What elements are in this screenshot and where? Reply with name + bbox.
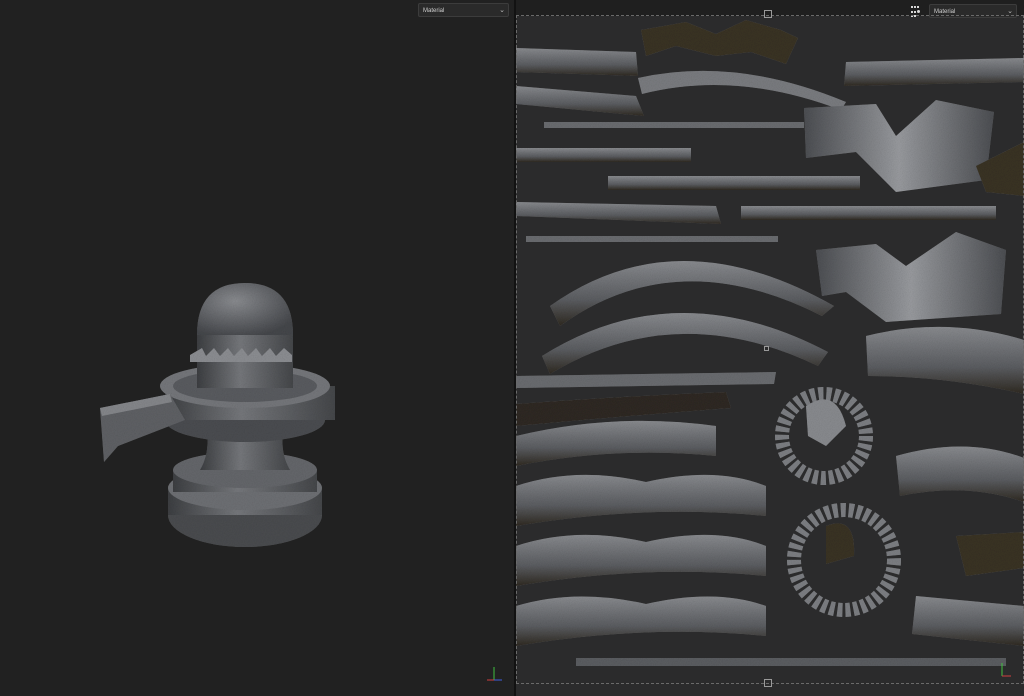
uv-bottom-handle[interactable] <box>764 679 772 687</box>
uv-top-handle[interactable] <box>764 10 772 18</box>
uv-channel-value: Material <box>934 9 956 15</box>
uv-axes-gizmo-icon <box>994 660 1014 680</box>
uv-center-handle[interactable] <box>764 346 769 351</box>
shiva-lingam-model[interactable] <box>0 0 514 696</box>
uv-texture-map[interactable] <box>516 16 1024 696</box>
axes-gizmo-icon <box>484 664 504 684</box>
3d-viewport[interactable]: Material ⌄ <box>0 0 514 696</box>
uv-texture-viewport[interactable]: Material ⌄ <box>516 0 1024 696</box>
